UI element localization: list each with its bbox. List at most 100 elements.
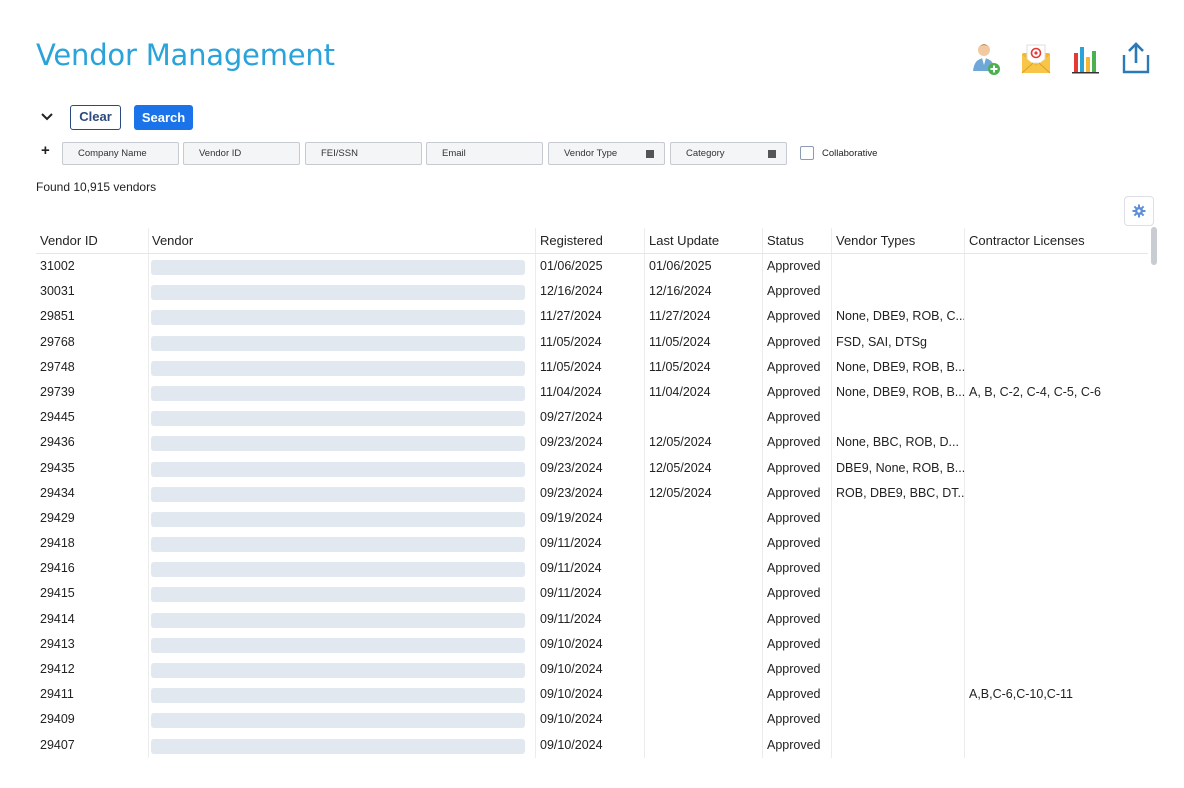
search-button[interactable]: Search <box>134 105 193 130</box>
cell-registered: 11/27/2024 <box>540 309 602 324</box>
cell-last-update: 11/04/2024 <box>649 384 711 399</box>
cell-vendor-id: 29411 <box>40 687 74 702</box>
column-header-vendor-types[interactable]: Vendor Types <box>836 233 915 248</box>
table-row[interactable]: 29445 09/27/2024 Approved <box>36 405 1148 430</box>
vendor-id-input[interactable]: Vendor ID <box>183 142 300 165</box>
vendor-name-placeholder[interactable] <box>151 461 525 477</box>
collaborative-checkbox[interactable] <box>800 146 814 160</box>
cell-status: Approved <box>767 712 821 727</box>
cell-vendor-id: 29415 <box>40 586 75 601</box>
category-select[interactable]: Category <box>670 142 787 165</box>
cell-status: Approved <box>767 309 821 324</box>
cell-vendor-id: 29407 <box>40 737 75 752</box>
column-header-vendor-id[interactable]: Vendor ID <box>40 233 98 248</box>
table-row[interactable]: 29412 09/10/2024 Approved <box>36 657 1148 682</box>
table-scrollbar[interactable] <box>1151 227 1157 265</box>
vendor-name-placeholder[interactable] <box>151 385 525 401</box>
fei-ssn-input[interactable]: FEI/SSN <box>305 142 422 165</box>
vendor-type-select[interactable]: Vendor Type <box>548 142 665 165</box>
table-row[interactable]: 29416 09/11/2024 Approved <box>36 556 1148 581</box>
vendor-name-placeholder[interactable] <box>151 436 525 452</box>
cell-status: Approved <box>767 410 821 425</box>
column-header-vendor[interactable]: Vendor <box>152 233 193 248</box>
clear-button[interactable]: Clear <box>70 105 121 130</box>
vendor-name-placeholder[interactable] <box>151 310 525 326</box>
cell-status: Approved <box>767 737 821 752</box>
vendor-name-placeholder[interactable] <box>151 713 525 729</box>
cell-last-update: 12/05/2024 <box>649 460 712 475</box>
column-header-registered[interactable]: Registered <box>540 233 603 248</box>
vendor-name-placeholder[interactable] <box>151 688 525 704</box>
cell-registered: 09/10/2024 <box>540 737 603 752</box>
vendor-name-placeholder[interactable] <box>151 562 525 578</box>
cell-registered: 09/10/2024 <box>540 636 603 651</box>
chevron-down-icon[interactable] <box>39 110 55 124</box>
vendor-name-placeholder[interactable] <box>151 587 525 603</box>
cell-registered: 09/11/2024 <box>540 586 602 601</box>
table-row[interactable]: 29768 11/05/2024 11/05/2024 Approved FSD, SA… <box>36 330 1148 355</box>
vendor-name-placeholder[interactable] <box>151 486 525 502</box>
table-row[interactable]: 29851 11/27/2024 11/27/2024 Approved None, D… <box>36 304 1148 329</box>
cell-registered: 09/23/2024 <box>540 460 603 475</box>
table-row[interactable]: 29429 09/19/2024 Approved <box>36 506 1148 531</box>
column-header-status[interactable]: Status <box>767 233 804 248</box>
table-row[interactable]: 29407 09/10/2024 Approved <box>36 733 1148 758</box>
cell-last-update: 11/05/2024 <box>649 359 711 374</box>
results-count: Found 10,915 vendors <box>36 180 157 194</box>
table-row[interactable]: 29415 09/11/2024 Approved <box>36 581 1148 606</box>
table-row[interactable]: 29413 09/10/2024 Approved <box>36 632 1148 657</box>
cell-registered: 09/11/2024 <box>540 561 602 576</box>
table-row[interactable]: 29411 09/10/2024 Approved A,B,C-6,C-10,C-11 <box>36 682 1148 707</box>
email-icon[interactable] <box>1020 41 1052 75</box>
table-row[interactable]: 29748 11/05/2024 11/05/2024 Approved None, D… <box>36 355 1148 380</box>
cell-vendor-id: 29416 <box>40 561 75 576</box>
cell-status: Approved <box>767 485 821 500</box>
cell-vendor-id: 29429 <box>40 510 75 525</box>
vendor-name-placeholder[interactable] <box>151 637 525 653</box>
cell-vendor-types: None, DBE9, ROB, B... <box>836 384 964 399</box>
table-row[interactable]: 29414 09/11/2024 Approved <box>36 607 1148 632</box>
cell-vendor-id: 29412 <box>40 662 75 676</box>
email-input[interactable]: Email <box>426 142 543 165</box>
export-icon[interactable] <box>1120 41 1152 75</box>
table-row[interactable]: 29434 09/23/2024 12/05/2024 Approved ROB, DB… <box>36 481 1148 506</box>
table-row[interactable]: 30031 12/16/2024 12/16/2024 Approved <box>36 279 1148 304</box>
vendor-name-placeholder[interactable] <box>151 335 525 351</box>
settings-button[interactable] <box>1124 196 1154 226</box>
cell-registered: 09/10/2024 <box>540 662 603 676</box>
cell-vendor-id: 31002 <box>40 259 75 273</box>
table-row[interactable]: 31002 01/06/2025 01/06/2025 Approved <box>36 254 1148 279</box>
add-user-icon[interactable] <box>970 41 1002 75</box>
vendor-name-placeholder[interactable] <box>151 537 525 553</box>
cell-vendor-id: 29418 <box>40 536 75 551</box>
vendor-table: Vendor ID Vendor Registered Last Update … <box>36 228 1148 758</box>
add-filter-icon[interactable]: + <box>41 142 50 159</box>
cell-status: Approved <box>767 510 821 525</box>
collaborative-label: Collaborative <box>822 148 878 159</box>
cell-vendor-id: 29851 <box>40 309 75 324</box>
column-header-last-update[interactable]: Last Update <box>649 233 719 248</box>
table-row[interactable]: 29418 09/11/2024 Approved <box>36 531 1148 556</box>
vendor-name-placeholder[interactable] <box>151 738 525 754</box>
column-header-contractor-licenses[interactable]: Contractor Licenses <box>969 233 1085 248</box>
cell-vendor-types: ROB, DBE9, BBC, DT... <box>836 485 964 500</box>
table-header: Vendor ID Vendor Registered Last Update … <box>36 228 1148 254</box>
company-name-input[interactable]: Company Name <box>62 142 179 165</box>
category-label: Category <box>686 148 725 159</box>
cell-registered: 09/11/2024 <box>540 536 602 551</box>
vendor-name-placeholder[interactable] <box>151 612 525 628</box>
bar-chart-icon[interactable] <box>1070 41 1102 75</box>
table-row[interactable]: 29409 09/10/2024 Approved <box>36 707 1148 732</box>
vendor-name-placeholder[interactable] <box>151 663 525 678</box>
vendor-name-placeholder[interactable] <box>151 411 525 427</box>
cell-registered: 09/11/2024 <box>540 611 602 626</box>
cell-registered: 09/23/2024 <box>540 435 603 450</box>
table-row[interactable]: 29435 09/23/2024 12/05/2024 Approved DBE9, N… <box>36 456 1148 481</box>
table-row[interactable]: 29739 11/04/2024 11/04/2024 Approved None, D… <box>36 380 1148 405</box>
vendor-name-placeholder[interactable] <box>151 260 525 275</box>
vendor-name-placeholder[interactable] <box>151 360 525 376</box>
cell-status: Approved <box>767 334 821 349</box>
vendor-name-placeholder[interactable] <box>151 285 525 301</box>
vendor-name-placeholder[interactable] <box>151 511 525 527</box>
table-row[interactable]: 29436 09/23/2024 12/05/2024 Approved None, B… <box>36 430 1148 455</box>
